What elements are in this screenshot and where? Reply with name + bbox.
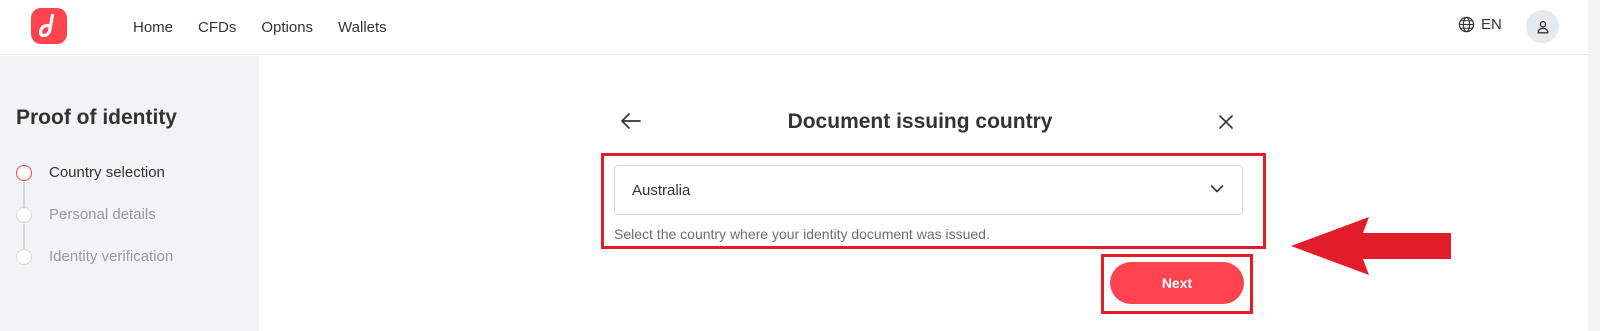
logo-mark-icon <box>39 14 55 38</box>
nav-wallets[interactable]: Wallets <box>338 19 387 36</box>
step-indicator-icon <box>16 207 32 223</box>
arrow-left-icon <box>621 113 641 129</box>
language-switcher[interactable]: EN <box>1458 16 1502 33</box>
sidebar: Proof of identity Country selection Pers… <box>0 56 259 331</box>
nav-cfds[interactable]: CFDs <box>198 19 236 36</box>
close-icon <box>1219 115 1233 129</box>
sidebar-title: Proof of identity <box>16 106 177 129</box>
country-select-value: Australia <box>632 181 691 199</box>
account-button[interactable] <box>1526 10 1559 43</box>
step-label: Country selection <box>49 164 165 181</box>
step-personal-details: Personal details <box>16 206 173 250</box>
globe-icon <box>1458 16 1475 33</box>
scrollbar[interactable] <box>1588 0 1600 331</box>
top-navigation-bar: Home CFDs Options Wallets EN <box>0 0 1600 55</box>
step-label: Identity verification <box>49 248 174 265</box>
step-country-selection: Country selection <box>16 164 173 208</box>
nav-home[interactable]: Home <box>133 19 173 36</box>
main-nav: Home CFDs Options Wallets <box>133 0 412 55</box>
step-connector <box>23 182 25 208</box>
step-label: Personal details <box>49 206 156 223</box>
language-label: EN <box>1481 16 1502 33</box>
step-indicator-icon <box>16 249 32 265</box>
chevron-down-icon <box>1210 185 1224 193</box>
nav-options[interactable]: Options <box>261 19 313 36</box>
deriv-logo[interactable] <box>31 8 67 44</box>
country-select[interactable]: Australia <box>614 165 1243 215</box>
step-connector <box>23 224 25 250</box>
progress-steps: Country selection Personal details Ident… <box>16 164 173 290</box>
dialog-title: Document issuing country <box>787 110 1053 133</box>
country-hint-text: Select the country where your identity d… <box>614 226 990 242</box>
back-button[interactable] <box>620 112 642 135</box>
step-identity-verification: Identity verification <box>16 248 173 290</box>
annotation-arrow-icon <box>1291 217 1451 275</box>
close-button[interactable] <box>1218 114 1234 135</box>
user-icon <box>1537 20 1548 33</box>
step-active-indicator-icon <box>16 165 32 181</box>
next-button[interactable]: Next <box>1110 262 1244 304</box>
